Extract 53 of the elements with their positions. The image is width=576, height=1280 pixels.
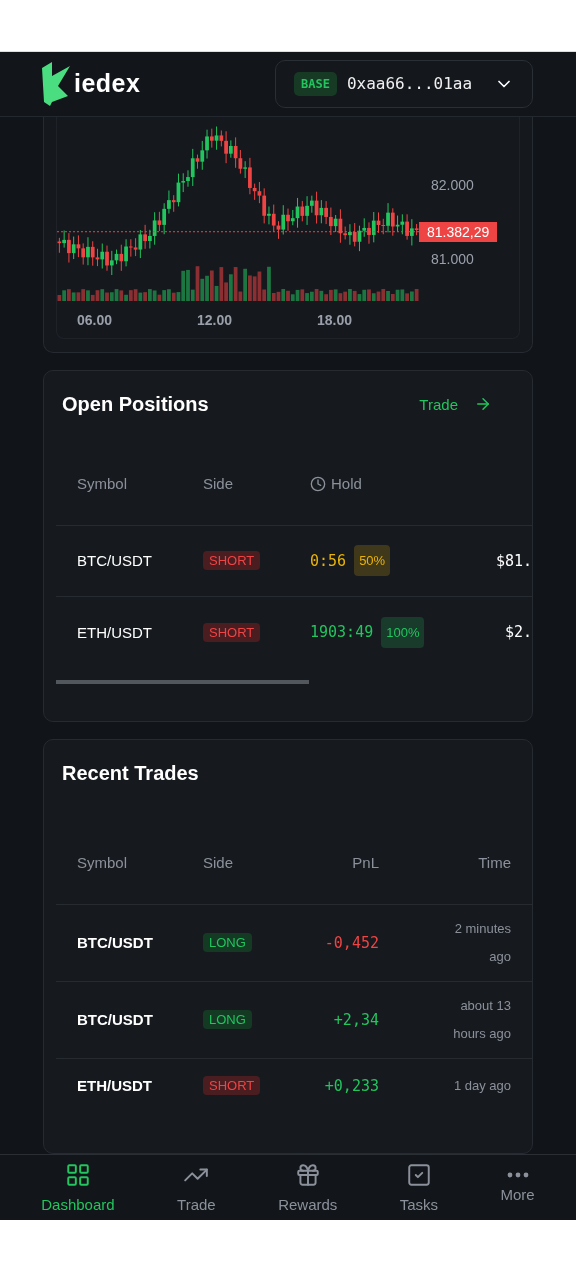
hold-time: 1903:49 [310,623,374,642]
more-dots-icon [506,1171,529,1178]
gift-icon [294,1161,321,1188]
column-header: Symbol [56,442,182,526]
nav-tab[interactable]: Tasks [393,1160,445,1214]
column-header: PnL [272,821,379,905]
nav-tab[interactable]: More [494,1170,541,1204]
side-badge: LONG [203,1010,252,1030]
price-axis-label: 82.000 [431,176,474,193]
clock-icon [310,475,326,492]
dashboard-grid-icon [64,1161,91,1188]
pnl-value: +0,233 [324,1076,379,1095]
brand-name: iedex [74,69,141,99]
trade-time: about 13 hours ago [452,996,511,1043]
symbol-cell: ETH/USDT [77,623,152,641]
last-price-label: 81.382,29 [419,221,498,242]
column-header: Time [379,821,532,905]
wallet-selector[interactable]: BASE 0xaa66...01aa [275,59,533,108]
column-header: Symbol [56,821,182,905]
column-header: Side [182,442,289,526]
card-title: Open Positions [62,392,209,416]
wallet-address: 0xaa66...01aa [346,74,474,94]
trade-link[interactable]: Trade [419,395,492,414]
pnl-value: -0,452 [324,933,379,952]
side-badge: SHORT [203,622,261,642]
symbol-cell: ETH/USDT [77,1077,152,1095]
price-axis-label: 81.000 [431,250,474,267]
symbol-cell: BTC/USDT [77,1011,153,1029]
trade-time: 1 day ago [452,1076,511,1095]
network-badge: BASE [294,71,337,96]
hold-share-badge: 50% [354,545,391,577]
nav-tab[interactable]: Trade [171,1160,222,1214]
time-axis-label: 06.00 [77,311,113,328]
hold-share-badge: 100% [381,616,425,648]
nav-tab[interactable]: Dashboard [35,1160,121,1214]
logo-icon [42,61,72,106]
side-badge: SHORT [203,551,261,571]
column-header: Hold [289,442,469,526]
time-axis-label: 18.00 [317,311,353,328]
symbol-cell: BTC/USDT [77,934,153,952]
pnl-value: +2,34 [333,1010,379,1029]
hold-time: 0:56 [310,551,347,570]
card-title: Recent Trades [62,761,199,785]
time-axis-label: 12.00 [197,311,233,328]
checkbox-icon [405,1161,432,1188]
column-header: Side [182,821,272,905]
price-cell: $81. [495,551,532,570]
side-badge: SHORT [203,1076,261,1096]
trade-time: 2 minutes ago [453,919,511,966]
nav-tab[interactable]: Rewards [272,1160,344,1214]
side-badge: LONG [203,933,252,953]
price-cell: $2. [504,623,532,642]
symbol-cell: BTC/USDT [77,552,152,570]
